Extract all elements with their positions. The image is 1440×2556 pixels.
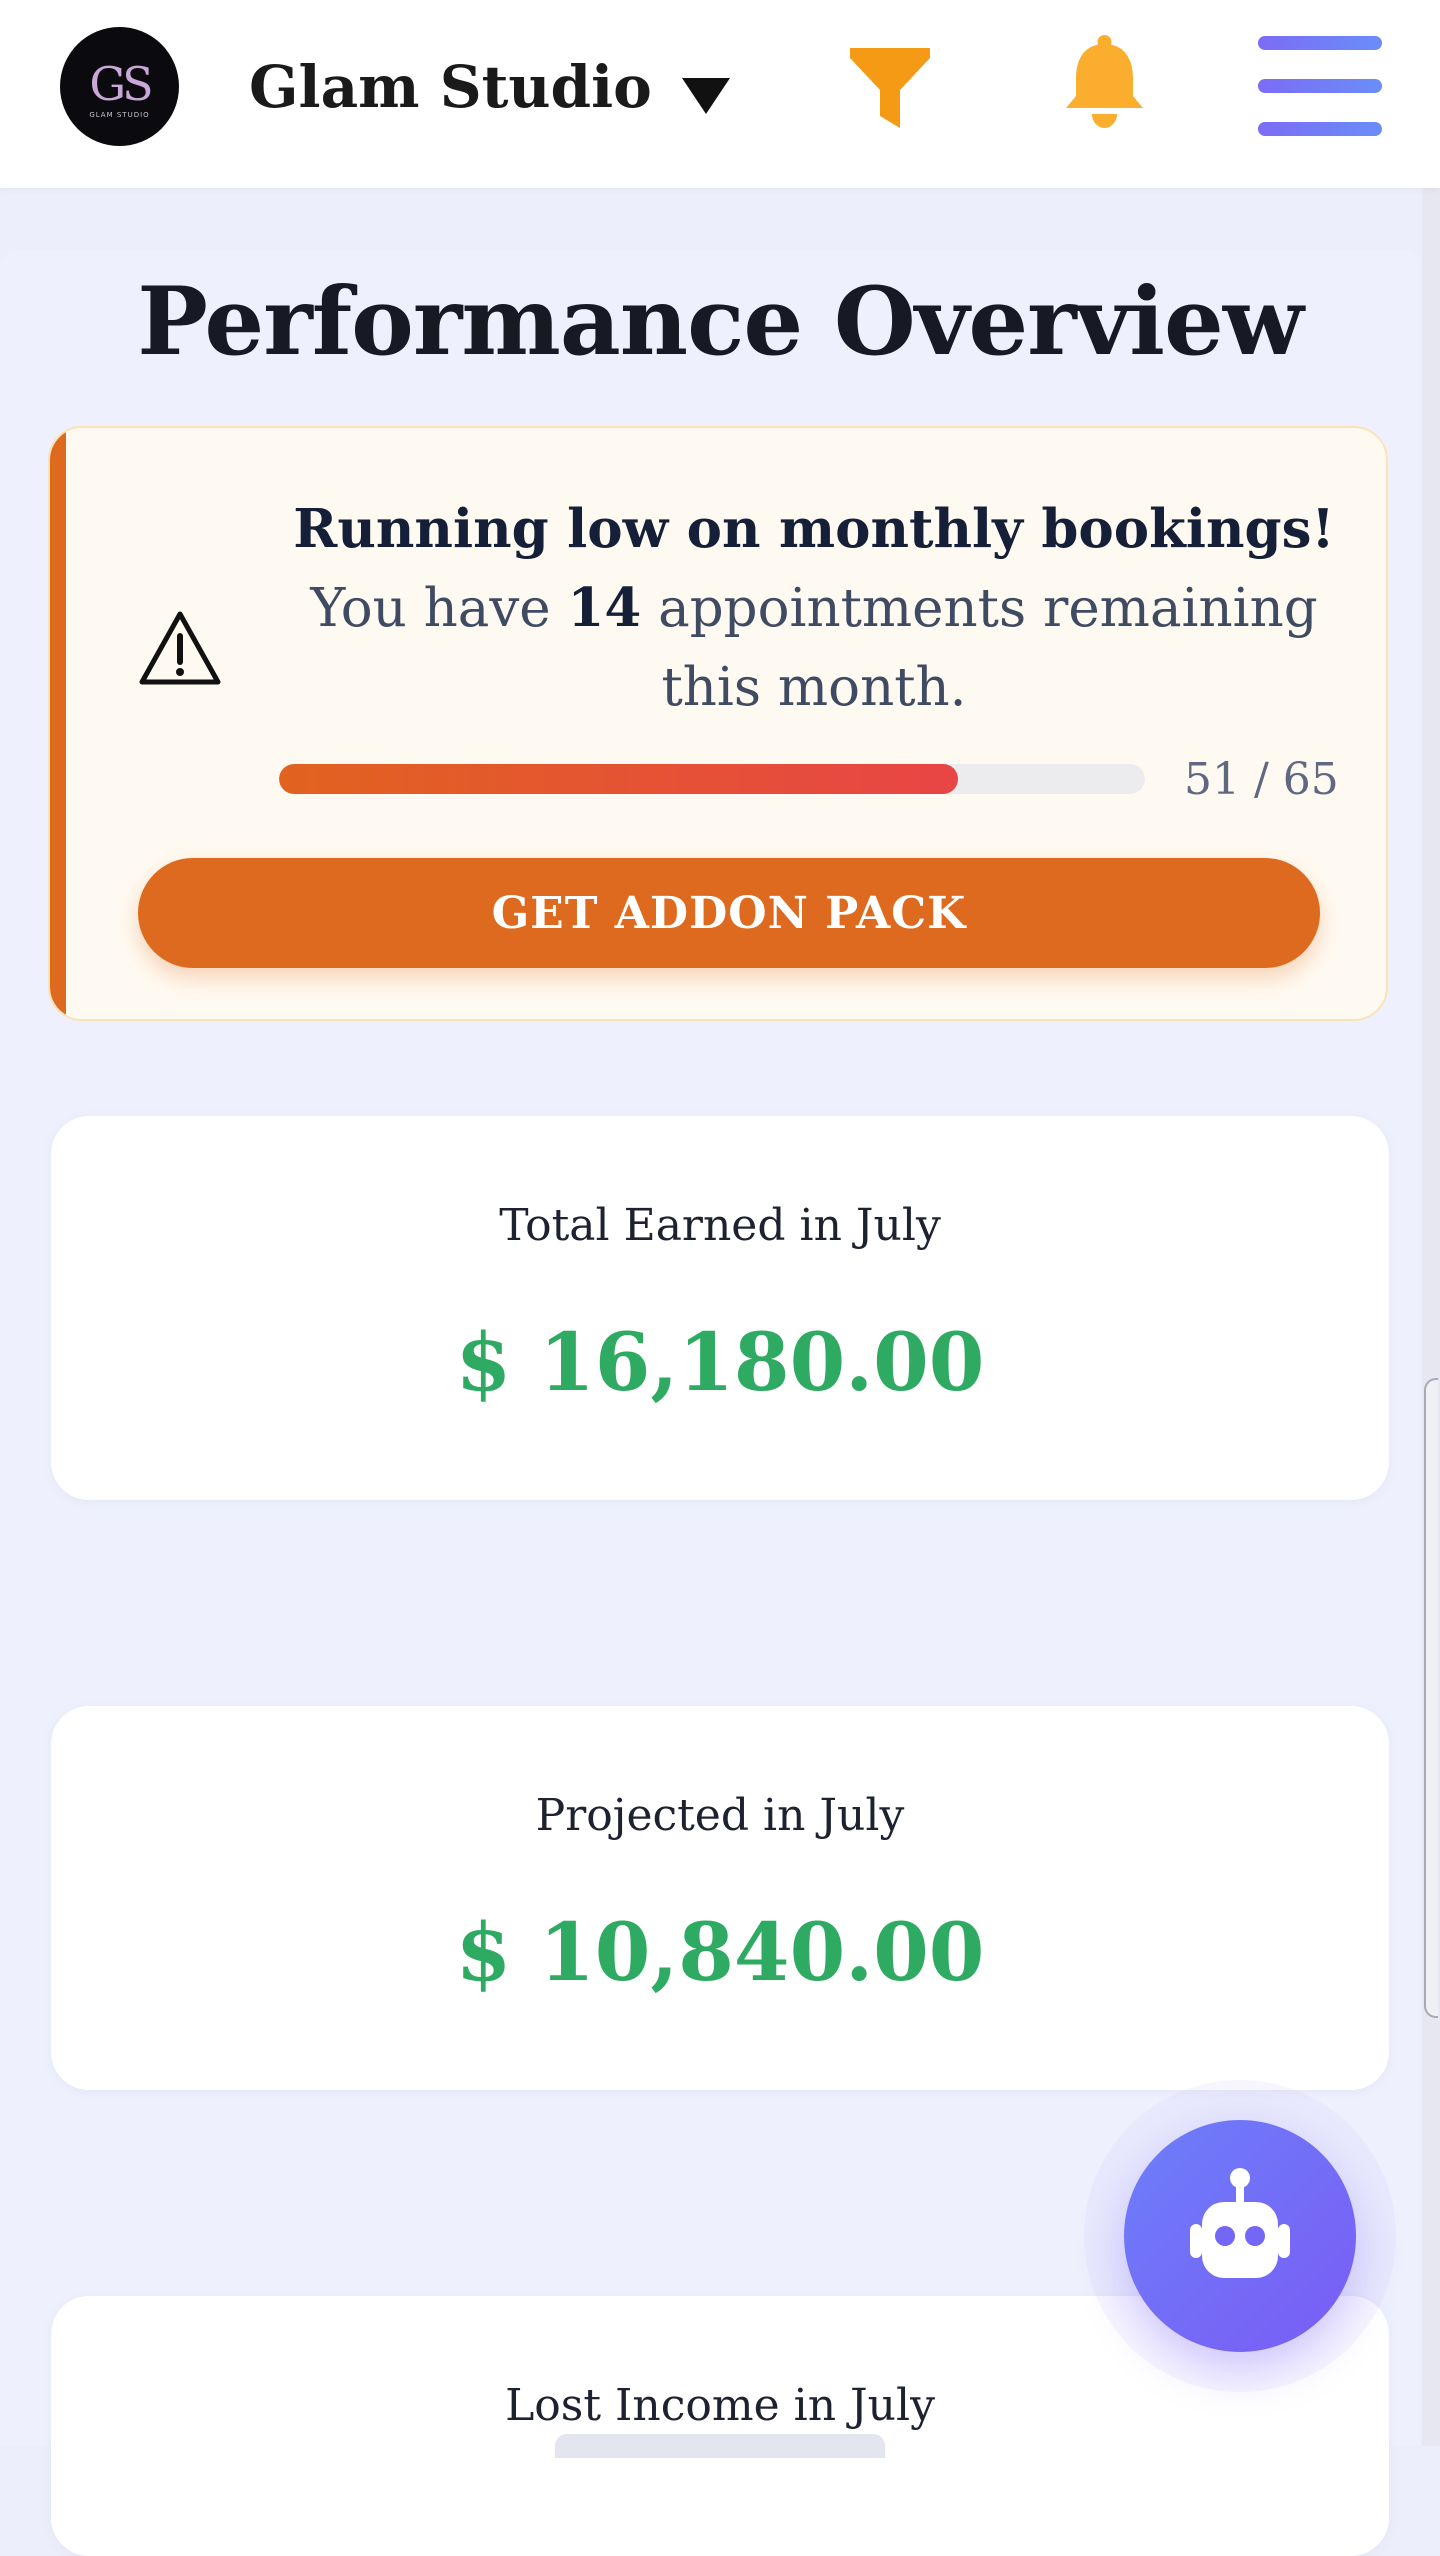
- studio-name[interactable]: Glam Studio: [249, 52, 652, 122]
- studio-logo[interactable]: GS GLAM STUDIO: [60, 27, 179, 146]
- warning-icon: [139, 611, 221, 685]
- caret-down-icon[interactable]: [678, 64, 734, 120]
- stat-label: Total Earned in July: [499, 1200, 941, 1251]
- chatbot-button[interactable]: [1124, 2120, 1356, 2352]
- stat-value: $ 10,840.00: [455, 1905, 985, 1999]
- scrollbar-track[interactable]: [1422, 188, 1440, 2446]
- alert-headline: Running low on monthly bookings!: [293, 498, 1335, 560]
- logo-text: GLAM STUDIO: [89, 110, 150, 119]
- alert-message: Running low on monthly bookings! You hav…: [282, 490, 1346, 727]
- get-addon-pack-button[interactable]: GET ADDON PACK: [138, 858, 1320, 968]
- scrollbar-thumb[interactable]: [1424, 1378, 1438, 2018]
- booking-limit-alert: Running low on monthly bookings! You hav…: [48, 426, 1388, 1021]
- booking-progress-label: 51 / 65: [1184, 754, 1339, 805]
- bottom-sheet-handle: [555, 2434, 885, 2458]
- stat-label: Lost Income in July: [505, 2380, 935, 2431]
- remaining-count: 14: [567, 577, 642, 639]
- stat-card-total-earned[interactable]: Total Earned in July $ 16,180.00: [51, 1116, 1389, 1500]
- stat-card-projected[interactable]: Projected in July $ 10,840.00: [51, 1706, 1389, 2090]
- booking-progress-fill: [279, 764, 959, 794]
- alert-message-suffix: appointments remaining this month.: [658, 578, 1318, 718]
- stat-label: Projected in July: [535, 1790, 905, 1841]
- logo-mark: GS: [89, 56, 153, 111]
- hamburger-menu-icon[interactable]: [1258, 36, 1382, 136]
- booking-progress-bar: [279, 764, 1145, 794]
- robot-icon: [1190, 2168, 1290, 2278]
- app-header: GS GLAM STUDIO Glam Studio: [0, 0, 1440, 188]
- page-title: Performance Overview: [137, 267, 1304, 377]
- stat-value: $ 16,180.00: [455, 1315, 985, 1409]
- filter-icon[interactable]: [846, 44, 934, 130]
- alert-message-prefix: You have: [310, 578, 551, 639]
- bell-icon[interactable]: [1062, 34, 1147, 130]
- alert-accent-bar: [50, 428, 66, 1019]
